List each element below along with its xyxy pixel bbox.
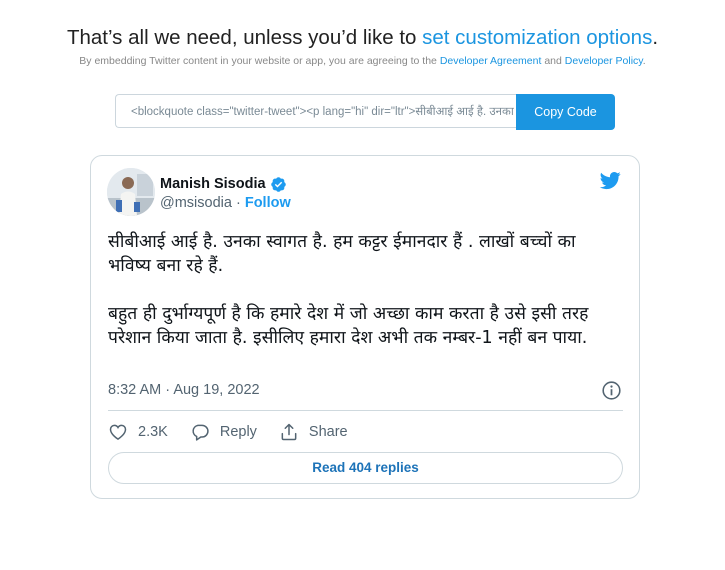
tweet-paragraph: बहुत ही दुर्भाग्यपूर्ण है कि हमारे देश म… <box>108 304 589 348</box>
author-name[interactable]: Manish Sisodia <box>160 176 266 192</box>
notice-and: and <box>544 55 562 67</box>
embed-code-row: <blockquote class="twitter-tweet"><p lan… <box>115 94 615 130</box>
follow-button[interactable]: Follow <box>245 195 291 211</box>
info-icon[interactable] <box>601 380 622 401</box>
embed-code-field[interactable]: <blockquote class="twitter-tweet"><p lan… <box>115 94 516 128</box>
developer-policy-link[interactable]: Developer Policy <box>565 55 643 67</box>
reply-bubble-icon <box>192 424 209 441</box>
copy-code-button[interactable]: Copy Code <box>516 94 615 130</box>
headline-period: . <box>652 26 659 49</box>
reply-label: Reply <box>219 424 257 440</box>
developer-agreement-link[interactable]: Developer Agreement <box>440 55 542 67</box>
reply-button[interactable]: Reply <box>190 422 257 442</box>
author-handle[interactable]: @msisodia <box>160 195 232 211</box>
customization-options-link[interactable]: set customization options <box>422 26 652 49</box>
author-name-row: Manish Sisodia <box>160 175 287 193</box>
tweet-date: Aug 19, 2022 <box>173 382 260 398</box>
tweet-actions: 2.3K Reply Share <box>108 422 370 442</box>
tweet-card: Manish Sisodia @msisodia · Follow सीबीआई… <box>90 155 640 499</box>
timestamp-separator: · <box>165 382 171 398</box>
embed-headline: That’s all we need, unless you’d like to… <box>0 26 725 50</box>
like-button[interactable]: 2.3K <box>108 422 168 442</box>
handle-separator: · <box>235 195 241 211</box>
share-icon <box>281 423 297 441</box>
avatar[interactable] <box>107 168 155 216</box>
notice-text: By embedding Twitter content in your web… <box>79 55 437 67</box>
like-count: 2.3K <box>138 424 168 440</box>
handle-row: @msisodia · Follow <box>160 195 291 211</box>
tweet-timestamp[interactable]: 8:32 AM · Aug 19, 2022 <box>108 382 260 398</box>
share-label: Share <box>308 424 348 440</box>
heart-icon <box>109 424 127 440</box>
tweet-text: सीबीआई आई है. उनका स्वागत है. हम कट्टर ई… <box>108 230 623 350</box>
divider <box>108 410 623 411</box>
headline-text: That’s all we need, unless you’d like to <box>66 26 417 49</box>
tweet-time: 8:32 AM <box>108 382 162 398</box>
notice-period: . <box>642 55 646 67</box>
tweet-paragraph: सीबीआई आई है. उनका स्वागत है. हम कट्टर ई… <box>108 232 576 276</box>
agreement-notice: By embedding Twitter content in your web… <box>0 55 725 67</box>
twitter-bird-icon[interactable] <box>598 170 623 191</box>
read-replies-button[interactable]: Read 404 replies <box>108 452 623 484</box>
verified-badge-icon <box>270 176 287 193</box>
share-button[interactable]: Share <box>279 422 348 442</box>
